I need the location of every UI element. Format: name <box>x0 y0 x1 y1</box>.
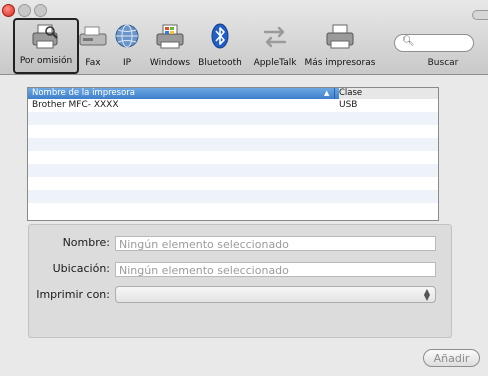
toolbar: Por omisión Fax IP Windows Bluetooth App… <box>0 0 488 75</box>
toolbar-ip-label: IP <box>122 58 132 68</box>
printer-name-cell: Brother MFC- XXXX <box>32 100 119 110</box>
toolbar-windows-label: Windows <box>149 58 191 68</box>
minimize-window-button[interactable] <box>18 4 31 17</box>
toolbar-fax-button[interactable]: Fax <box>78 20 108 72</box>
more-printers-icon <box>326 24 354 49</box>
toolbar-windows-button[interactable]: Windows <box>147 20 193 72</box>
toolbar-default-button[interactable]: Por omisión <box>13 18 79 74</box>
empty-row <box>28 203 438 216</box>
toolbar-fax-label: Fax <box>85 58 101 68</box>
search-input[interactable]: 🔍︎ <box>394 34 474 52</box>
globe-icon <box>115 24 139 48</box>
bluetooth-icon <box>211 23 229 49</box>
print-with-label: Imprimir con: <box>36 288 110 301</box>
printer-list[interactable]: Nombre de la impresora ▲ Clase Brother M… <box>27 87 439 221</box>
empty-row <box>28 177 438 190</box>
location-label: Ubicación: <box>52 262 110 275</box>
appletalk-icon <box>263 26 287 48</box>
column-divider[interactable] <box>334 88 335 99</box>
fax-icon <box>79 26 107 46</box>
zoom-window-button[interactable] <box>34 4 47 17</box>
printer-list-header: Nombre de la impresora ▲ Clase <box>28 88 438 99</box>
close-window-button[interactable] <box>2 4 15 17</box>
empty-row <box>28 190 438 203</box>
windows-printer-icon <box>156 24 184 49</box>
toolbar-bluetooth-label: Bluetooth <box>198 58 242 68</box>
toolbar-default-label: Por omisión <box>19 56 73 66</box>
empty-row <box>28 164 438 177</box>
column-header-name[interactable]: Nombre de la impresora <box>32 88 135 99</box>
toolbar-ip-button[interactable]: IP <box>112 20 142 72</box>
table-row[interactable]: Brother MFC- XXXX USB <box>28 99 438 112</box>
search-icon: 🔍︎ <box>402 36 415 47</box>
name-field[interactable]: Ningún elemento seleccionado <box>115 236 436 251</box>
add-button[interactable]: Añadir <box>423 349 480 367</box>
name-label: Nombre: <box>62 236 110 249</box>
toolbar-bluetooth-button[interactable]: Bluetooth <box>196 20 244 72</box>
print-with-select[interactable]: ▲ ▼ <box>115 286 436 303</box>
empty-row <box>28 138 438 151</box>
toolbar-toggle-button[interactable] <box>472 10 488 20</box>
toolbar-more-printers-button[interactable]: Más impresoras <box>304 20 376 72</box>
search-label: Buscar <box>427 58 459 68</box>
toolbar-appletalk-button[interactable]: AppleTalk <box>248 20 302 72</box>
empty-row <box>28 151 438 164</box>
location-field[interactable]: Ningún elemento seleccionado <box>115 262 436 277</box>
empty-row <box>28 125 438 138</box>
printer-icon <box>32 24 58 49</box>
column-header-kind[interactable]: Clase <box>339 88 438 99</box>
sort-ascending-icon: ▲ <box>324 89 330 97</box>
empty-row <box>28 112 438 125</box>
add-printer-window: Por omisión Fax IP Windows Bluetooth App… <box>0 0 488 376</box>
toolbar-more-printers-label: Más impresoras <box>304 58 376 68</box>
printer-kind-cell: USB <box>339 100 358 110</box>
select-stepper-icon: ▲ ▼ <box>423 287 430 302</box>
toolbar-appletalk-label: AppleTalk <box>253 58 297 68</box>
